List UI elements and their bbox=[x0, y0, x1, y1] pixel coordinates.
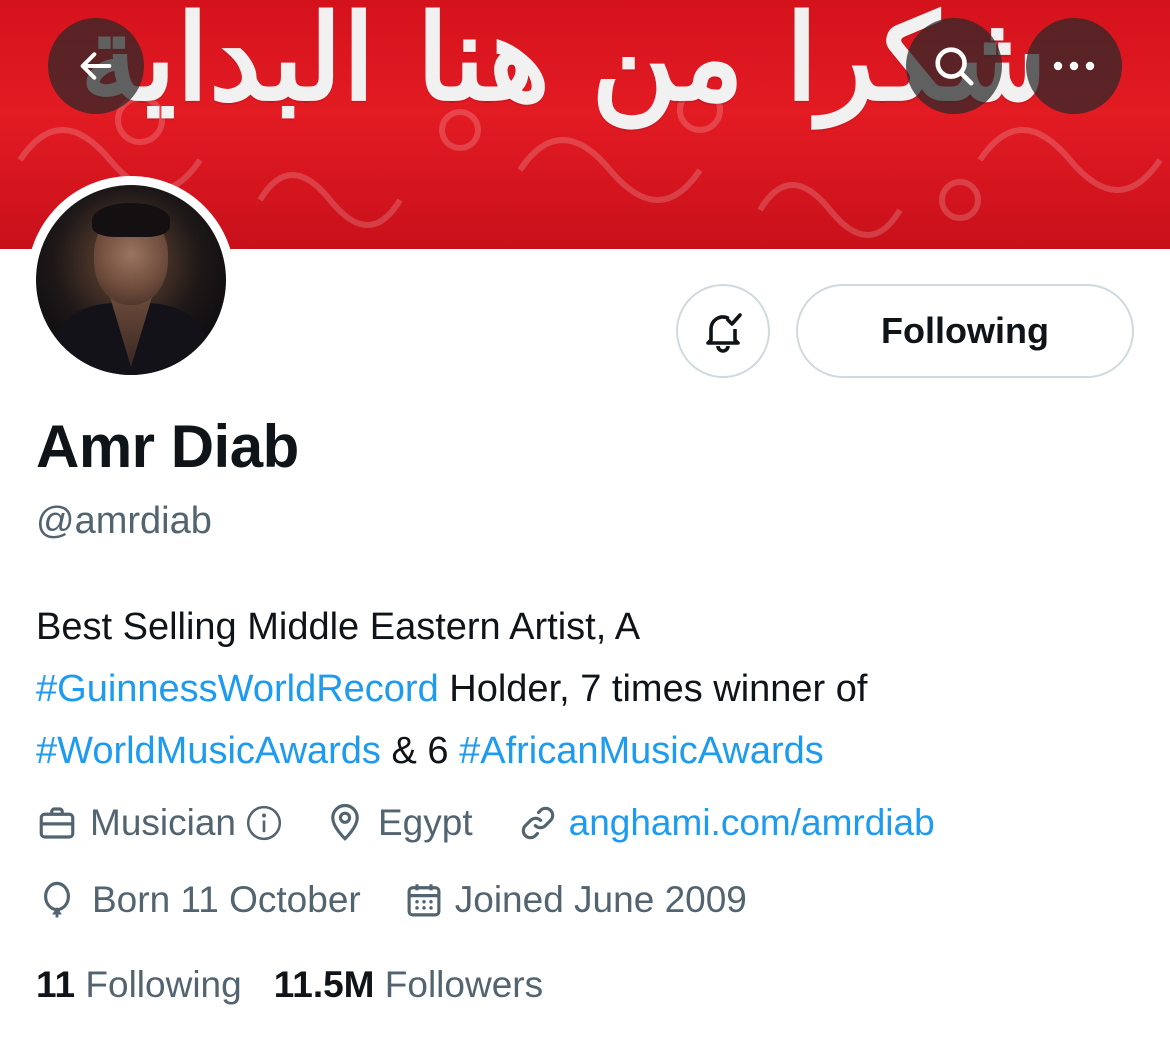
back-button[interactable] bbox=[48, 18, 144, 114]
followers-count: 11.5M bbox=[273, 964, 375, 1005]
website-link[interactable]: anghami.com/amrdiab bbox=[569, 802, 935, 844]
arrow-left-icon bbox=[80, 52, 112, 80]
followers-stat[interactable]: 11.5M Followers bbox=[274, 964, 543, 1006]
following-stat[interactable]: 11 Following bbox=[36, 964, 242, 1006]
category-label: Musician bbox=[90, 802, 236, 843]
following-stat-label: Following bbox=[75, 964, 242, 1005]
location-pin-icon bbox=[331, 803, 359, 841]
info-icon[interactable] bbox=[244, 803, 284, 843]
avatar-container[interactable] bbox=[27, 176, 235, 384]
bio: Best Selling Middle Eastern Artist, A #G… bbox=[36, 596, 1126, 782]
website-item: anghami.com/amrdiab bbox=[517, 802, 935, 844]
bio-text: Best Selling Middle Eastern Artist, A bbox=[36, 606, 641, 648]
balloon-icon bbox=[44, 881, 70, 918]
following-count: 11 bbox=[36, 964, 76, 1005]
location-item: Egypt bbox=[324, 802, 473, 844]
birthday-label: Born 11 October bbox=[92, 879, 361, 920]
more-button[interactable] bbox=[1026, 18, 1122, 114]
briefcase-icon bbox=[39, 807, 75, 839]
avatar-hair-shape bbox=[92, 203, 170, 237]
user-handle: @amrdiab bbox=[36, 500, 212, 542]
follow-stats: 11 Following 11.5M Followers bbox=[36, 964, 543, 1006]
avatar bbox=[36, 185, 226, 375]
joined-item: Joined June 2009 bbox=[403, 879, 747, 921]
search-icon bbox=[935, 47, 974, 86]
hashtag-link[interactable]: #GuinnessWorldRecord bbox=[36, 668, 439, 710]
followers-stat-label: Followers bbox=[374, 964, 544, 1005]
bell-check-icon bbox=[706, 313, 742, 353]
banner-script-text: شكرا من هنا البداية bbox=[80, 0, 1048, 127]
notifications-button[interactable] bbox=[676, 284, 770, 378]
more-dots-icon bbox=[1053, 61, 1095, 71]
bio-text: & 6 bbox=[380, 730, 460, 772]
link-icon bbox=[521, 806, 554, 840]
profile-meta-row: Musician Egypt anghami.com/amrdiab bbox=[36, 802, 935, 844]
following-button[interactable]: Following bbox=[796, 284, 1134, 378]
calendar-icon bbox=[407, 884, 441, 917]
hashtag-link[interactable]: #AfricanMusicAwards bbox=[459, 730, 824, 772]
bio-text: Holder, 7 times winner of bbox=[438, 668, 868, 710]
profile-meta-row: Born 11 October Joined June 2009 bbox=[36, 879, 747, 921]
birthday-item: Born 11 October bbox=[36, 879, 361, 921]
category-item: Musician bbox=[36, 802, 284, 844]
location-label: Egypt bbox=[378, 802, 473, 843]
profile-page: شكرا من هنا البداية Following Amr Diab @… bbox=[0, 0, 1170, 1046]
search-button[interactable] bbox=[906, 18, 1002, 114]
display-name: Amr Diab bbox=[36, 413, 299, 480]
joined-label: Joined June 2009 bbox=[454, 879, 747, 920]
hashtag-link[interactable]: #WorldMusicAwards bbox=[36, 730, 381, 772]
